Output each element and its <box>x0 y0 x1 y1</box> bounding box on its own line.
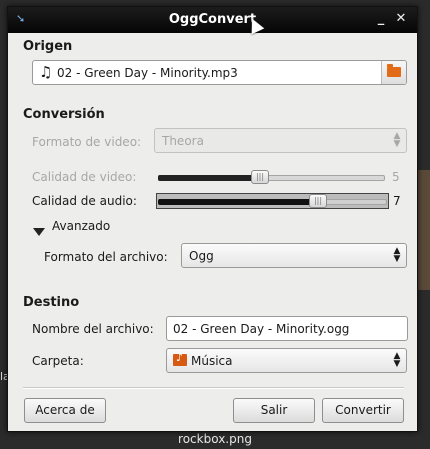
quit-button[interactable]: Salir <box>233 398 315 423</box>
output-file-name-label: Nombre del archivo: <box>32 322 154 336</box>
video-format-select[interactable]: Theora ▲ ▼ <box>154 128 407 153</box>
combo-arrows-icon: ▲ ▼ <box>393 351 401 369</box>
origen-heading: Origen <box>23 39 73 54</box>
convert-button[interactable]: Convertir <box>322 398 404 423</box>
oggconvert-window: ➘ OggConvert _ ✕ Origen ♫ 02 - Green Day… <box>7 6 418 432</box>
audio-quality-label: Calidad de audio: <box>32 194 137 208</box>
title-bar[interactable]: ➘ OggConvert _ ✕ <box>8 7 417 33</box>
advanced-expander[interactable]: Avanzado <box>52 219 110 233</box>
audio-quality-slider[interactable]: ||| <box>158 194 387 208</box>
expander-arrow-icon[interactable] <box>33 228 45 236</box>
video-quality-value: 5 <box>392 170 400 184</box>
combo-arrows-icon: ▲ ▼ <box>393 246 401 264</box>
audio-quality-value: 7 <box>393 194 401 208</box>
browse-folder-button[interactable] <box>381 61 406 84</box>
desktop-background-strip <box>416 170 430 290</box>
file-format-select[interactable]: Ogg ▲ ▼ <box>181 243 407 268</box>
window-title: OggConvert <box>168 12 257 27</box>
desktop-file-label[interactable]: rockbox.png <box>0 432 430 446</box>
output-file-name-value: 02 - Green Day - Minority.ogg <box>173 322 350 336</box>
combo-arrows-icon: ▲ ▼ <box>393 131 401 149</box>
folder-label: Carpeta: <box>32 354 84 368</box>
folder-icon <box>387 64 401 77</box>
output-folder-value: Música <box>191 354 233 368</box>
video-quality-label: Calidad de video: <box>32 170 137 184</box>
separator <box>23 387 404 389</box>
source-file-name: 02 - Green Day - Minority.mp3 <box>57 66 238 80</box>
about-button[interactable]: Acerca de <box>24 398 106 423</box>
source-file-chooser[interactable]: ♫ 02 - Green Day - Minority.mp3 <box>32 60 407 85</box>
audio-quality-slider-thumb[interactable]: ||| <box>309 194 327 208</box>
close-button[interactable]: ✕ <box>393 10 409 28</box>
file-format-value: Ogg <box>189 249 214 263</box>
output-folder-select[interactable]: Música ▲▼ <box>166 348 407 373</box>
conversion-heading: Conversión <box>23 107 105 122</box>
video-format-value: Theora <box>162 134 204 148</box>
music-note-icon: ♫ <box>39 63 53 81</box>
video-quality-slider[interactable]: ||| <box>158 170 385 184</box>
minimize-button[interactable]: _ <box>373 10 389 28</box>
video-format-label: Formato de video: <box>32 135 142 149</box>
video-quality-slider-thumb[interactable]: ||| <box>251 170 269 184</box>
file-format-label: Formato del archivo: <box>44 250 168 264</box>
destino-heading: Destino <box>23 295 80 310</box>
music-folder-icon <box>173 351 187 366</box>
output-file-name-input[interactable]: 02 - Green Day - Minority.ogg <box>166 316 408 341</box>
